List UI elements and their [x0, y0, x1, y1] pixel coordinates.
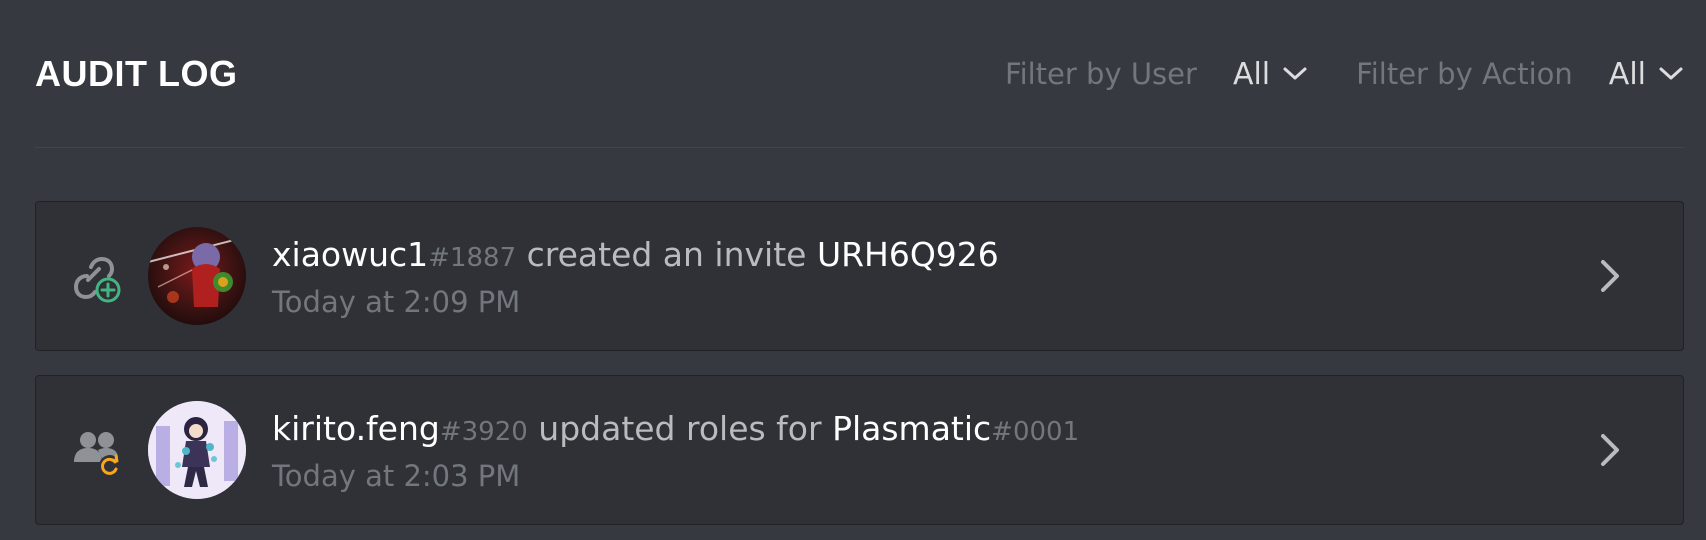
entry-text: kirito.feng#3920 updated roles for Plasm…: [272, 406, 1079, 493]
user-discriminator: #3920: [439, 417, 528, 447]
username[interactable]: xiaowuc1: [272, 235, 428, 274]
chevron-right-icon[interactable]: [1595, 256, 1625, 296]
timestamp: Today at 2:09 PM: [272, 285, 521, 319]
filter-by-action-select[interactable]: All: [1609, 57, 1684, 92]
target-discriminator: #0001: [991, 417, 1080, 447]
entry-text: xiaowuc1#1887 created an invite URH6Q926…: [272, 232, 999, 319]
filter-by-user-value: All: [1232, 56, 1271, 92]
chevron-down-icon: [1659, 67, 1683, 80]
audit-log-entry[interactable]: xiaowuc1#1887 created an invite URH6Q926…: [35, 201, 1684, 351]
header-divider: [35, 147, 1684, 148]
filter-by-user-label: Filter by User: [1005, 57, 1197, 91]
action-text: updated roles for: [527, 409, 833, 448]
invite-create-icon: [73, 256, 121, 303]
avatar: [148, 401, 246, 499]
filter-by-user-select[interactable]: All: [1233, 57, 1308, 92]
timestamp: Today at 2:03 PM: [272, 459, 521, 493]
target-name[interactable]: Plasmatic: [832, 409, 991, 448]
entry-description: kirito.feng#3920 updated roles for Plasm…: [272, 406, 1079, 455]
user-discriminator: #1887: [428, 243, 517, 273]
member-role-update-icon: [74, 432, 121, 477]
filter-by-action: Filter by Action All: [1356, 57, 1684, 92]
audit-log-header: AUDIT LOG Filter by User All Filter by A…: [35, 44, 1684, 104]
filter-by-user: Filter by User All: [1005, 57, 1308, 92]
filter-by-action-label: Filter by Action: [1356, 57, 1573, 91]
chevron-down-icon: [1283, 67, 1307, 80]
audit-log-list: xiaowuc1#1887 created an invite URH6Q926…: [35, 201, 1684, 540]
filters: Filter by User All Filter by Action All: [1005, 57, 1684, 92]
audit-log-page: AUDIT LOG Filter by User All Filter by A…: [0, 0, 1706, 540]
page-title: AUDIT LOG: [35, 53, 238, 94]
action-text: created an invite: [516, 235, 817, 274]
target-name: URH6Q926: [816, 235, 999, 274]
avatar: [148, 227, 246, 325]
audit-log-entry[interactable]: kirito.feng#3920 updated roles for Plasm…: [35, 375, 1684, 525]
username[interactable]: kirito.feng: [272, 409, 440, 448]
chevron-right-icon[interactable]: [1595, 430, 1625, 470]
filter-by-action-value: All: [1608, 56, 1646, 92]
entry-description: xiaowuc1#1887 created an invite URH6Q926: [272, 232, 999, 281]
